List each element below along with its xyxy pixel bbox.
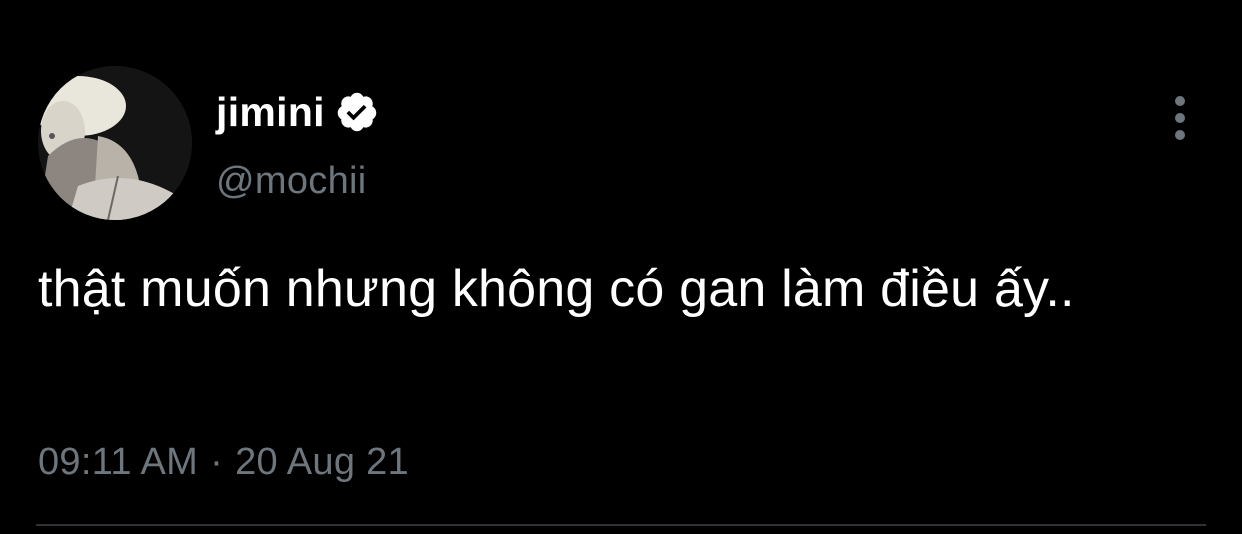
verified-badge-icon bbox=[337, 92, 377, 132]
more-dot bbox=[1175, 113, 1185, 123]
tweet-text: thật muốn nhưng không có gan làm điều ấy… bbox=[38, 260, 1075, 318]
more-options-icon[interactable] bbox=[1160, 96, 1200, 140]
avatar[interactable] bbox=[38, 66, 192, 220]
more-dot bbox=[1175, 96, 1185, 106]
timestamp-separator: · bbox=[210, 441, 224, 483]
tweet-timestamp[interactable]: 09:11 AM · 20 Aug 21 bbox=[38, 443, 409, 481]
tweet-card: jimini @mochii thật muốn nhưng không có … bbox=[0, 0, 1242, 534]
display-name-row: jimini bbox=[216, 84, 379, 140]
display-name[interactable]: jimini bbox=[216, 91, 325, 133]
user-handle[interactable]: @mochii bbox=[216, 162, 366, 200]
tweet-time: 09:11 AM bbox=[38, 441, 199, 483]
divider bbox=[36, 524, 1206, 526]
tweet-date: 20 Aug 21 bbox=[235, 441, 409, 483]
avatar-image bbox=[38, 66, 192, 220]
more-dot bbox=[1175, 130, 1185, 140]
